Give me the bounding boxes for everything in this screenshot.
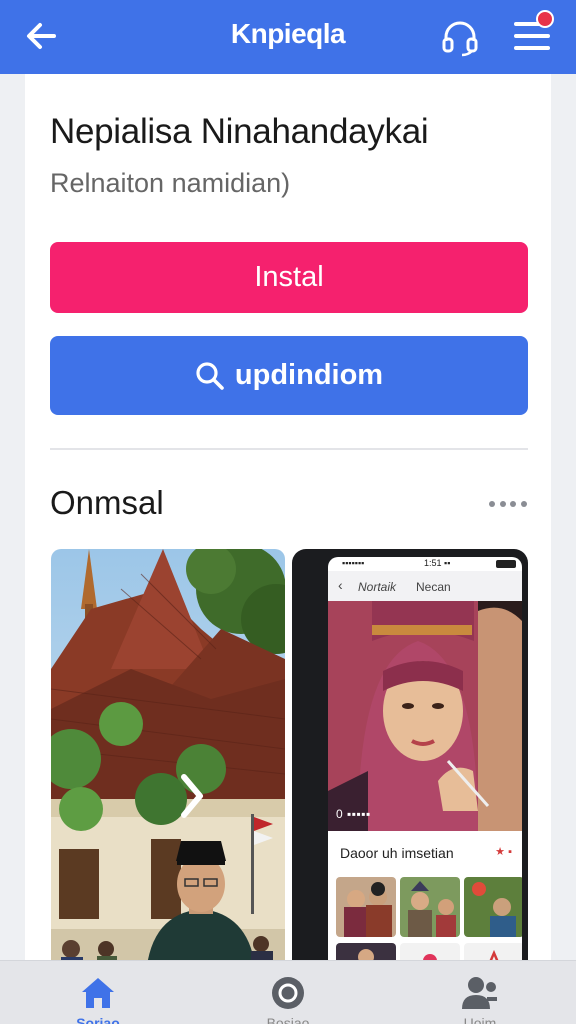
phone-back-icon: ‹ bbox=[338, 577, 343, 593]
search-icon bbox=[196, 361, 224, 390]
phone-thumb bbox=[400, 877, 460, 937]
install-button-label: Instal bbox=[254, 261, 324, 293]
phone-section-mark: ★ ▪ bbox=[495, 846, 512, 858]
nav-item-browse[interactable]: Bosiao bbox=[228, 961, 348, 1024]
install-button[interactable]: Instal bbox=[50, 242, 528, 313]
phone-status-bar: ▪▪▪▪▪▪▪ 1:51 ▪▪ bbox=[328, 557, 522, 571]
nav-label-users: Uoim bbox=[463, 1015, 497, 1024]
screenshot-building[interactable] bbox=[51, 549, 285, 974]
support-button[interactable] bbox=[434, 14, 486, 60]
phone-nav-bar: ‹ Nortaik Necan bbox=[328, 571, 522, 601]
more-dot bbox=[499, 501, 506, 507]
phone-hero-time: 0 ▪▪▪▪▪ bbox=[336, 807, 371, 821]
home-icon bbox=[78, 973, 118, 1013]
phone-hero-image bbox=[328, 601, 522, 831]
phone-status-center: 1:51 ▪▪ bbox=[424, 558, 451, 568]
app-name: Nepialisa Ninahandaykai bbox=[50, 112, 429, 151]
building-photo bbox=[51, 549, 285, 974]
update-button-label: updindiom bbox=[234, 359, 384, 391]
phone-section-label: Daoor uh imsetian bbox=[340, 845, 454, 861]
more-dots-icon bbox=[489, 501, 495, 507]
phone-status-left: ▪▪▪▪▪▪▪ bbox=[342, 558, 365, 568]
phone-thumb bbox=[336, 877, 396, 937]
users-icon bbox=[460, 973, 500, 1013]
phone-screen: ▪▪▪▪▪▪▪ 1:51 ▪▪ ‹ Nortaik Necan 0 ▪▪▪▪▪ … bbox=[328, 557, 522, 974]
phone-nav-right: Necan bbox=[416, 580, 451, 594]
top-bar: Knpieqla bbox=[0, 0, 576, 74]
section-divider bbox=[50, 448, 528, 450]
phone-nav-left: Nortaik bbox=[358, 580, 397, 594]
app-subtitle: Relnaiton namidian) bbox=[50, 168, 291, 198]
update-button[interactable]: updindiom bbox=[50, 336, 528, 415]
battery-icon bbox=[496, 560, 516, 568]
phone-thumb bbox=[464, 877, 522, 937]
header-title: Knpieqla bbox=[230, 18, 346, 49]
more-dot bbox=[520, 501, 527, 507]
circle-icon bbox=[268, 973, 308, 1013]
bottom-navigation: Soriao Bosiao Uoim bbox=[0, 960, 576, 1024]
nav-item-home[interactable]: Soriao bbox=[38, 961, 158, 1024]
chevron-right-icon bbox=[181, 774, 203, 818]
screenshots-title: Onmsal bbox=[50, 484, 164, 521]
phone-section-header: Daoor uh imsetian ★ ▪ bbox=[328, 831, 522, 871]
nav-label-home: Soriao bbox=[76, 1015, 120, 1024]
more-dot bbox=[510, 501, 517, 507]
app-detail-card: Nepialisa Ninahandaykai Relnaiton namidi… bbox=[25, 74, 551, 974]
headset-icon bbox=[442, 21, 478, 57]
menu-button[interactable] bbox=[506, 10, 562, 58]
app-screen: Knpieqla Nepialisa Ninahandaykai Relnait… bbox=[0, 0, 576, 1024]
screenshot-phone[interactable]: ▪▪▪▪▪▪▪ 1:51 ▪▪ ‹ Nortaik Necan 0 ▪▪▪▪▪ … bbox=[292, 549, 528, 974]
nav-label-browse: Bosiao bbox=[266, 1015, 310, 1024]
more-options-button[interactable] bbox=[483, 492, 533, 516]
next-screenshot-button[interactable] bbox=[171, 771, 211, 821]
notification-badge bbox=[536, 10, 554, 28]
nav-item-users[interactable]: Uoim bbox=[420, 961, 540, 1024]
